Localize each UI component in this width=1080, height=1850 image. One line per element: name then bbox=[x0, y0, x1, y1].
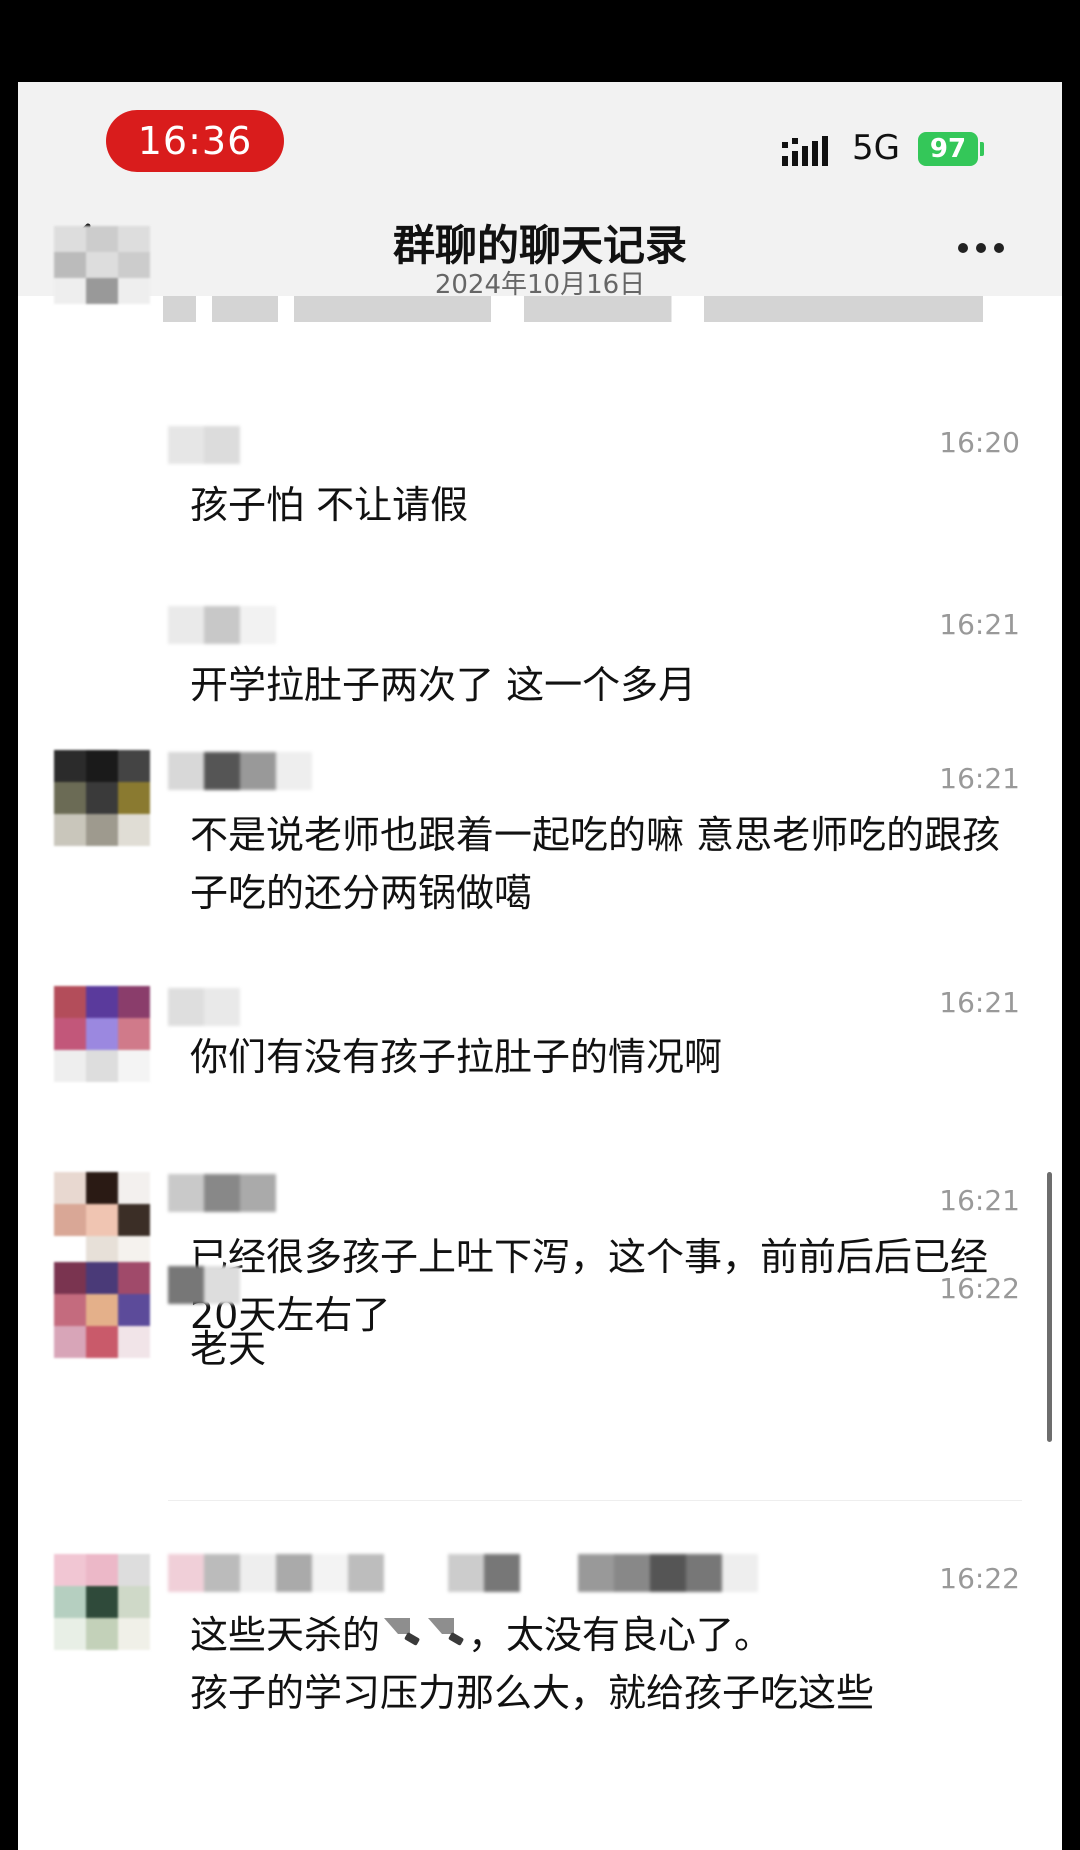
message-text: 开学拉肚子两次了 这一个多月 bbox=[190, 663, 697, 707]
message-text: 这些天杀的 ，太没有良心了。孩子的学习压力那么大，就给孩子吃这些 bbox=[190, 1606, 1050, 1722]
more-dots-icon[interactable] bbox=[958, 236, 1018, 260]
network-type: 5G bbox=[852, 128, 900, 168]
message-text-part: 孩子的学习压力那么大，就给孩子吃这些 bbox=[190, 1671, 875, 1715]
sender-name-blurred bbox=[578, 1554, 758, 1592]
message-time: 16:21 bbox=[939, 1184, 1020, 1217]
divider bbox=[168, 1500, 1022, 1501]
message-time: 16:21 bbox=[939, 986, 1020, 1019]
scrollbar[interactable] bbox=[1047, 1172, 1052, 1442]
message-text-part: 这些天杀的 bbox=[190, 1613, 381, 1657]
sender-name-blurred bbox=[168, 606, 276, 644]
message-time: 16:22 bbox=[939, 1562, 1020, 1595]
phone-screen: 16:36 5G 97 群聊的聊天记录 2024年10月16日 16:20 孩子… bbox=[18, 82, 1062, 1850]
status-bar: 16:36 5G 97 bbox=[18, 82, 1062, 192]
avatar bbox=[54, 226, 150, 304]
avatar bbox=[54, 750, 150, 846]
battery-icon bbox=[980, 142, 984, 156]
avatar bbox=[54, 1172, 150, 1268]
nav-bar: 群聊的聊天记录 2024年10月16日 bbox=[18, 192, 1062, 300]
avatar bbox=[54, 1262, 150, 1358]
message-text-part: ，太没有良心了。 bbox=[468, 1613, 773, 1657]
kitchen-knife-icon bbox=[428, 1618, 464, 1646]
sender-name-blurred bbox=[168, 1554, 384, 1592]
message-time: 16:22 bbox=[939, 1272, 1020, 1305]
kitchen-knife-icon bbox=[384, 1618, 420, 1646]
signal-icon bbox=[782, 136, 828, 166]
message-text: 老天 bbox=[190, 1327, 267, 1371]
battery-level: 97 bbox=[918, 132, 978, 166]
message-time: 16:20 bbox=[939, 426, 1020, 459]
message-time: 16:21 bbox=[939, 762, 1020, 795]
status-time: 16:36 bbox=[106, 110, 284, 172]
sender-name-blurred bbox=[448, 1554, 520, 1592]
sender-name-blurred bbox=[168, 752, 312, 790]
sender-name-blurred bbox=[168, 1266, 240, 1304]
message-list[interactable]: 16:20 孩子怕 不让请假 16:21 开学拉肚子两次了 这一个多月 16:2… bbox=[18, 226, 1062, 1850]
avatar bbox=[54, 986, 150, 1082]
sender-name-blurred bbox=[168, 426, 240, 464]
message-text: 你们有没有孩子拉肚子的情况啊 bbox=[190, 1035, 723, 1079]
message-text: 孩子怕 不让请假 bbox=[190, 483, 469, 527]
sender-name-blurred bbox=[168, 988, 240, 1026]
message-time: 16:21 bbox=[939, 608, 1020, 641]
sender-name-blurred bbox=[168, 1174, 276, 1212]
avatar bbox=[54, 1554, 150, 1650]
message-text: 不是说老师也跟着一起吃的嘛 意思老师吃的跟孩子吃的还分两锅做噶 bbox=[190, 813, 1001, 915]
